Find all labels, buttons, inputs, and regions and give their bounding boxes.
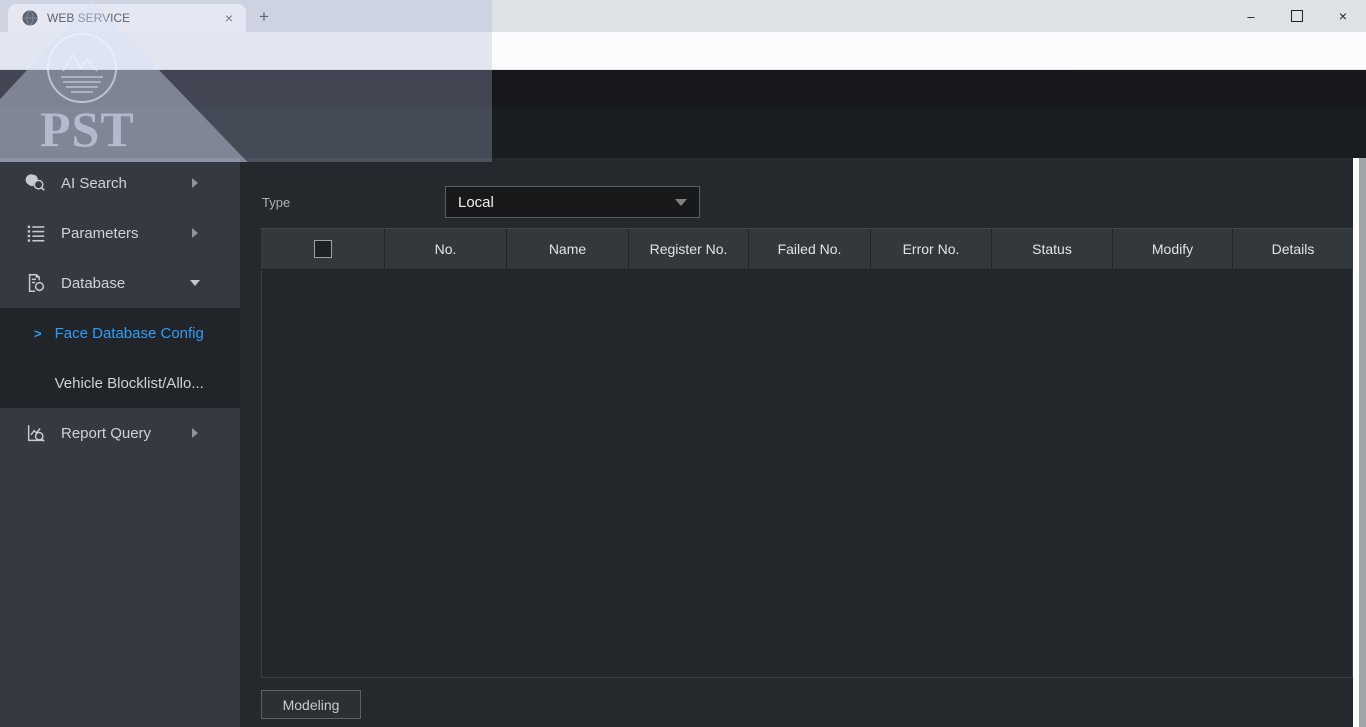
sidebar-item-label: Report Query [61,425,192,442]
web-service-favicon-icon [22,10,38,26]
report-query-icon [25,422,47,444]
scrollbar-thumb[interactable] [1359,158,1366,727]
screen: WEB SERVICE × + – × ← 不安全 192.168.1.108 [0,0,1366,727]
table-header-error-no: Error No. [870,229,991,269]
face-database-table: No. Name Register No. Failed No. Error N… [261,228,1353,678]
active-chevron-icon: > [34,326,42,341]
type-label: Type [262,195,290,210]
sidebar-item-label: Parameters [61,225,192,242]
type-dropdown[interactable]: Local [445,186,700,218]
browser-tab-close-icon[interactable]: × [220,9,238,27]
modeling-button[interactable]: Modeling [261,690,361,719]
chevron-right-icon [192,178,198,188]
chevron-down-icon [190,280,200,286]
browser-tab-title: WEB SERVICE [47,11,220,25]
vertical-scrollbar[interactable] [1353,158,1366,727]
parameters-icon [25,222,47,244]
sidebar-item-label: AI Search [61,175,192,192]
select-all-checkbox[interactable] [314,240,332,258]
sidebar-item-ai-search[interactable]: AI Search [0,158,240,208]
table-header-no: No. [384,229,506,269]
window-minimize-button[interactable]: – [1228,0,1274,32]
ai-search-icon [25,172,47,194]
table-header-details: Details [1232,229,1353,269]
new-tab-button[interactable]: + [254,7,274,27]
window-restore-button[interactable] [1274,0,1320,32]
ai-window-title-bar: AI – ✕ [0,108,1366,158]
table-header-modify: Modify [1112,229,1232,269]
table-body-empty [261,270,1353,678]
content-area: AI Search Parameters Database > [0,158,1366,727]
dropdown-caret-icon [675,199,687,206]
database-icon [25,272,47,294]
sidebar-subitem-vehicle-blocklist[interactable]: > Vehicle Blocklist/Allo... [0,358,240,408]
sidebar: AI Search Parameters Database > [0,158,240,727]
app-header: SETTING AI × 2023-06-20 15:57:39 Tue [0,70,1366,108]
table-header-register-no: Register No. [628,229,748,269]
browser-tab[interactable]: WEB SERVICE × [8,4,246,32]
table-header-status: Status [991,229,1112,269]
browser-tab-strip: WEB SERVICE × + – × [0,0,1366,32]
table-header-failed-no: Failed No. [748,229,870,269]
main-panel: Type Local No. Name Register No. Failed … [240,158,1353,727]
sidebar-item-database[interactable]: Database [0,258,240,308]
table-header-checkbox-cell [261,229,384,269]
sidebar-item-report-query[interactable]: Report Query [0,408,240,458]
browser-toolbar: ← 不安全 192.168.1.108 ☆ [0,32,1366,70]
database-submenu: > Face Database Config > Vehicle Blockli… [0,308,240,408]
sidebar-subitem-label: Vehicle Blocklist/Allo... [55,375,204,392]
table-header-row: No. Name Register No. Failed No. Error N… [261,228,1353,270]
restore-icon [1291,10,1303,22]
sidebar-item-parameters[interactable]: Parameters [0,208,240,258]
sidebar-subitem-face-database-config[interactable]: > Face Database Config [0,308,240,358]
chevron-right-icon [192,428,198,438]
sidebar-subitem-label: Face Database Config [55,325,204,342]
chevron-right-icon [192,228,198,238]
type-dropdown-value: Local [458,194,675,211]
sidebar-item-label: Database [61,275,190,292]
window-close-button[interactable]: × [1320,0,1366,32]
table-header-name: Name [506,229,628,269]
